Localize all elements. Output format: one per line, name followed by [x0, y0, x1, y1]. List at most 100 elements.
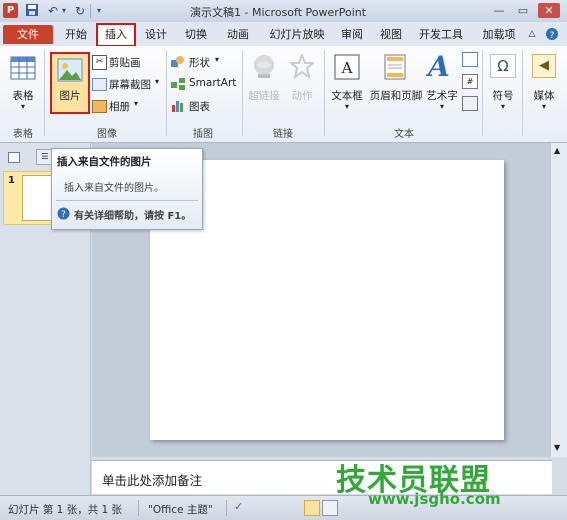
slide-count-status: 幻灯片 第 1 张，共 1 张: [8, 504, 123, 516]
picture-icon: [57, 58, 83, 85]
close-button[interactable]: ✕: [538, 3, 560, 18]
action-icon: [288, 52, 316, 83]
group-separator: [324, 50, 325, 136]
object-icon[interactable]: [462, 96, 478, 111]
maximize-button[interactable]: ▭: [512, 3, 534, 18]
header-footer-icon: [384, 54, 406, 83]
hyperlink-label: 超链接: [248, 90, 280, 102]
watermark-url: www.jsgho.com: [368, 490, 501, 508]
slide-number-icon[interactable]: #: [462, 74, 478, 89]
tab-slideshow[interactable]: 幻灯片放映: [264, 25, 330, 44]
textbox-button[interactable]: A 文本框 ▾: [328, 50, 366, 116]
undo-icon[interactable]: ↶: [45, 3, 61, 19]
tooltip-divider: [56, 200, 198, 201]
clipart-icon: ✂: [92, 55, 107, 70]
smartart-button[interactable]: SmartArt: [171, 76, 241, 92]
group-separator: [482, 50, 483, 136]
scroll-up-icon[interactable]: ▲: [554, 146, 560, 155]
tooltip-title: 插入来自文件的图片: [57, 156, 152, 168]
table-dropdown-icon: ▾: [20, 102, 25, 111]
minimize-button[interactable]: —: [488, 3, 510, 18]
omega-icon: Ω: [490, 54, 516, 78]
svg-text:?: ?: [61, 210, 66, 220]
album-button[interactable]: 相册 ▾: [92, 98, 152, 114]
action-button[interactable]: 动作: [284, 50, 320, 108]
table-button-label: 表格: [12, 90, 34, 102]
svg-text:?: ?: [550, 31, 555, 41]
tab-transitions[interactable]: 切换: [180, 25, 212, 44]
help-icon[interactable]: ?: [544, 25, 560, 44]
picture-button[interactable]: 图片: [50, 52, 90, 114]
vertical-scrollbar[interactable]: ▲ ▼: [550, 143, 567, 457]
slides-tab-icon[interactable]: [8, 152, 20, 163]
customize-qat-icon[interactable]: ▾: [94, 3, 104, 19]
spellcheck-icon[interactable]: ✓: [234, 500, 250, 515]
header-footer-label: 页眉和页脚: [369, 90, 423, 102]
help-circle-icon: ?: [57, 207, 70, 223]
wordart-icon: A: [428, 50, 450, 83]
group-label-tables: 表格: [13, 129, 33, 140]
sorter-view-icon[interactable]: [322, 500, 338, 516]
tab-developer[interactable]: 开发工具: [414, 25, 468, 44]
tab-addins[interactable]: 加载项: [478, 25, 520, 44]
textbox-label: 文本框: [331, 90, 363, 102]
screenshot-button[interactable]: 屏幕截图 ▾: [92, 76, 168, 92]
undo-dropdown-icon[interactable]: ▾: [60, 3, 68, 19]
ribbon-insert: 表格 ▾ 表格 图片 ✂ 剪贴画 屏幕截图 ▾ 相册 ▾ 图像 形状 ▾ Sma…: [0, 46, 567, 143]
screenshot-label: 屏幕截图: [109, 79, 151, 91]
globe-icon: [252, 54, 276, 83]
tab-home[interactable]: 开始: [60, 25, 92, 44]
symbol-button[interactable]: Ω 符号 ▾: [486, 50, 520, 116]
ribbon-tabs: 文件 开始 插入 设计 切换 动画 幻灯片放映 审阅 视图 开发工具 加载项 △…: [0, 22, 567, 47]
ribbon-collapse-icon[interactable]: △: [526, 25, 538, 44]
group-separator: [166, 50, 167, 136]
table-icon: [10, 56, 36, 83]
album-dropdown-icon: ▾: [134, 99, 139, 108]
chart-button[interactable]: 图表: [171, 98, 221, 114]
smartart-icon: [171, 78, 185, 93]
symbol-dropdown-icon: ▾: [500, 102, 505, 111]
redo-icon[interactable]: ↻: [72, 3, 88, 19]
hyperlink-button[interactable]: 超链接: [246, 50, 282, 108]
scroll-down-icon[interactable]: ▼: [554, 443, 560, 452]
slide-number: 1: [8, 175, 15, 186]
group-label-illustrations: 插图: [193, 129, 213, 140]
table-button[interactable]: 表格 ▾: [6, 50, 40, 116]
tab-animations[interactable]: 动画: [222, 25, 254, 44]
shapes-icon: [171, 55, 185, 71]
save-icon[interactable]: [24, 3, 40, 19]
speaker-icon: ◀: [532, 54, 556, 78]
normal-view-icon[interactable]: [304, 500, 320, 516]
wordart-button[interactable]: A 艺术字 ▾: [424, 50, 460, 116]
tab-review[interactable]: 审阅: [336, 25, 368, 44]
status-separator: [226, 500, 227, 516]
group-label-text: 文本: [394, 129, 414, 140]
group-label-links: 链接: [273, 129, 293, 140]
tooltip-description: 插入来自文件的图片。: [64, 183, 164, 194]
tab-view[interactable]: 视图: [375, 25, 407, 44]
tooltip-help-text: 有关详细帮助，请按 F1。: [74, 211, 192, 222]
album-icon: [92, 100, 107, 113]
theme-status[interactable]: "Office 主题": [148, 502, 213, 517]
media-label: 媒体: [533, 90, 555, 102]
shapes-button[interactable]: 形状 ▾: [171, 54, 231, 70]
slide-canvas[interactable]: [150, 160, 504, 440]
smartart-label: SmartArt: [189, 77, 237, 89]
clipart-button[interactable]: ✂ 剪贴画: [92, 54, 162, 70]
tab-design[interactable]: 设计: [140, 25, 172, 44]
header-footer-button[interactable]: 页眉和页脚: [368, 50, 424, 108]
group-separator: [242, 50, 243, 136]
tab-insert[interactable]: 插入: [96, 23, 136, 47]
date-time-icon[interactable]: [462, 52, 478, 67]
action-label: 动作: [291, 90, 313, 102]
window-title: 演示文稿1 - Microsoft PowerPoint: [190, 6, 367, 19]
group-label-images: 图像: [97, 129, 117, 140]
media-button[interactable]: ◀ 媒体 ▾: [526, 50, 562, 116]
album-label: 相册: [109, 101, 130, 113]
shapes-dropdown-icon: ▾: [215, 55, 220, 64]
qat-separator: [90, 4, 91, 18]
media-dropdown-icon: ▾: [541, 102, 546, 111]
group-separator: [522, 50, 523, 136]
tab-file[interactable]: 文件: [3, 25, 53, 44]
powerpoint-app-icon[interactable]: P: [3, 3, 18, 18]
